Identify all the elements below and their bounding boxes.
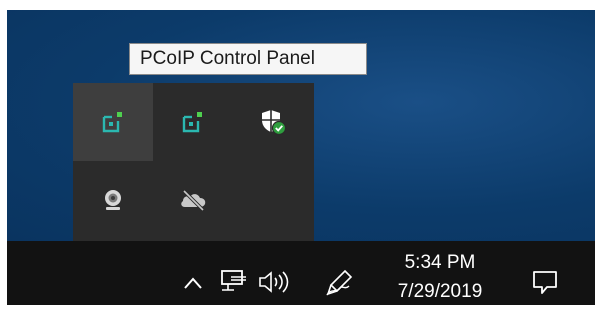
- volume-icon: [257, 269, 293, 295]
- webcam-icon: [100, 187, 126, 213]
- tray-item-windows-security[interactable]: [233, 83, 313, 161]
- tray-item-pcoip-1[interactable]: [73, 83, 153, 161]
- windows-security-icon: [259, 108, 287, 136]
- taskbar-clock[interactable]: 5:34 PM 7/29/2019: [385, 248, 495, 304]
- tray-item-webcam[interactable]: [73, 161, 153, 239]
- pen-workspace-button[interactable]: [323, 266, 357, 300]
- clock-date: 7/29/2019: [397, 281, 483, 302]
- notification-overflow-flyout: [73, 83, 314, 241]
- chevron-up-icon: [183, 276, 203, 290]
- tray-item-pcoip-2[interactable]: [153, 83, 233, 161]
- action-center-button[interactable]: [525, 264, 565, 300]
- clock-time: 5:34 PM: [404, 252, 476, 273]
- taskbar: [7, 241, 595, 305]
- tooltip: PCoIP Control Panel: [129, 43, 367, 75]
- pen-workspace-icon: [325, 268, 355, 298]
- pcoip-icon: [180, 109, 206, 135]
- onedrive-offline-icon: [178, 187, 208, 213]
- network-icon: [219, 268, 249, 296]
- tray-item-onedrive[interactable]: [153, 161, 233, 239]
- volume-button[interactable]: [255, 266, 295, 298]
- action-center-icon: [531, 268, 559, 296]
- show-hidden-icons-button[interactable]: [180, 270, 206, 296]
- tooltip-text: PCoIP Control Panel: [140, 48, 315, 69]
- network-button[interactable]: [218, 266, 250, 298]
- pcoip-icon: [100, 109, 126, 135]
